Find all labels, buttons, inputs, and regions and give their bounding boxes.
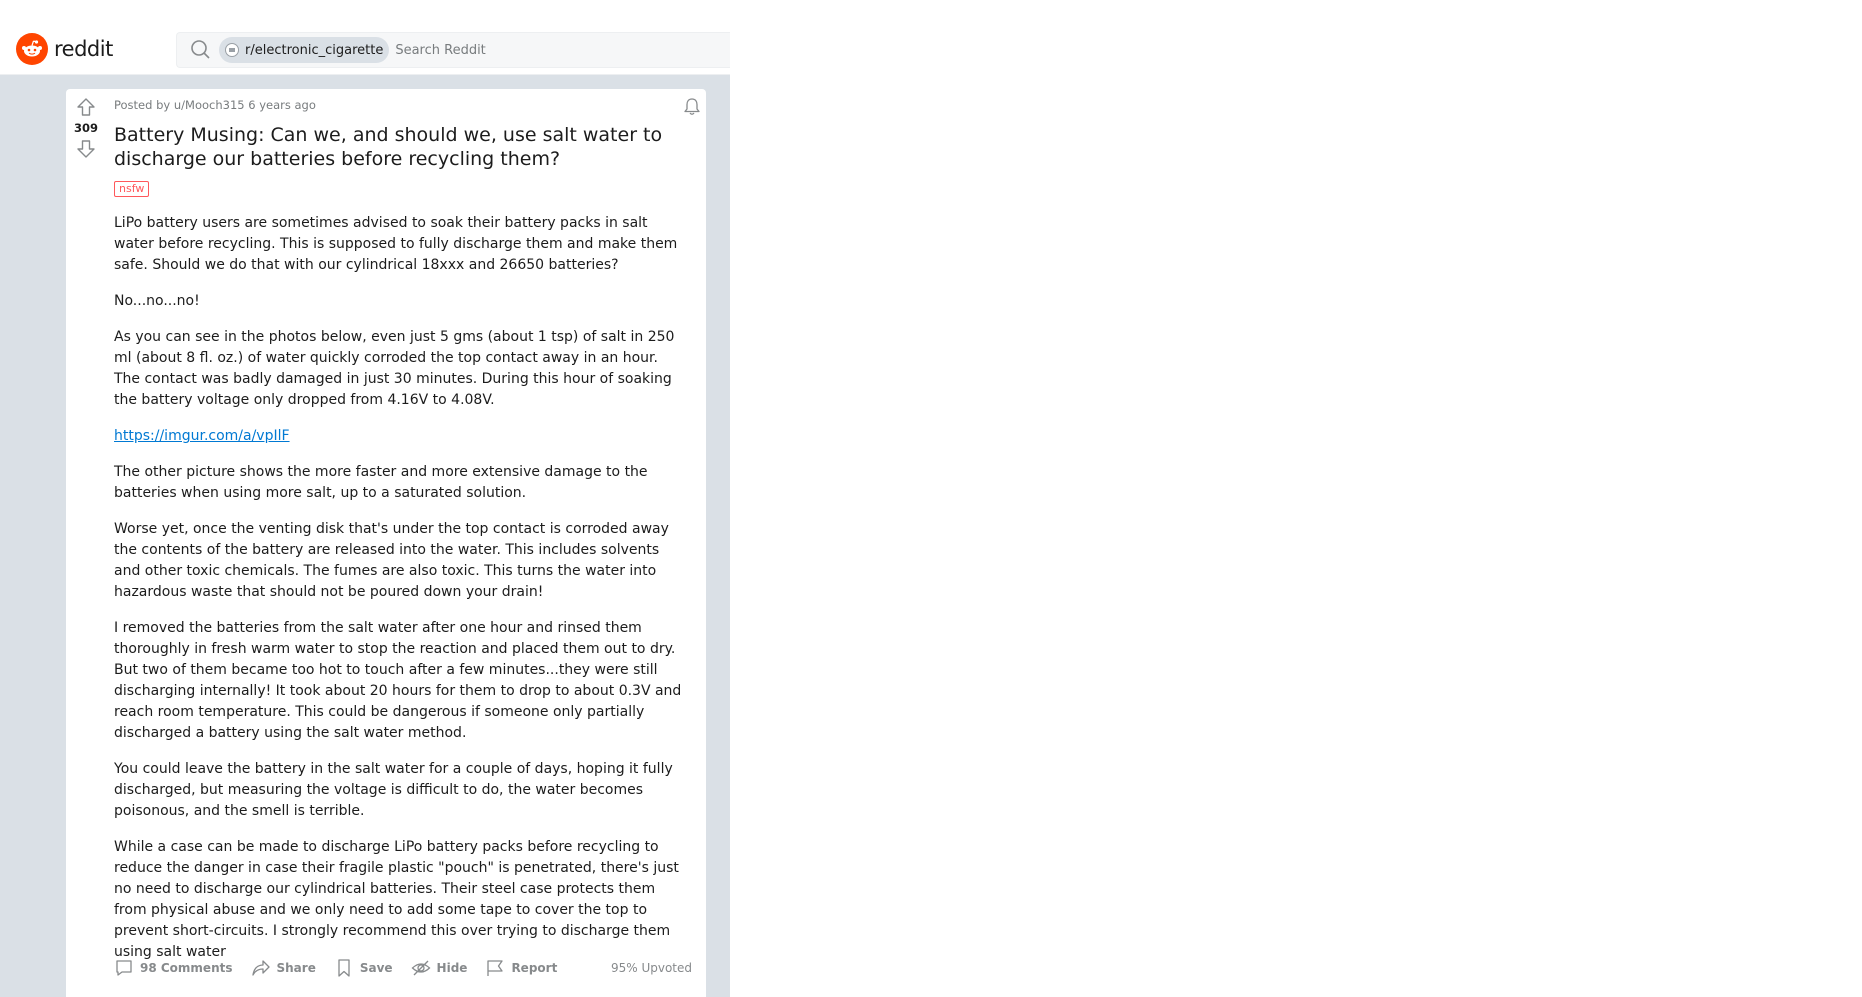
save-button[interactable]: Save xyxy=(334,958,393,978)
nsfw-flair: nsfw xyxy=(114,181,150,197)
search-input[interactable]: Search Reddit xyxy=(395,43,485,58)
post-body: LiPo battery users are sometimes advised… xyxy=(114,213,682,963)
vote-count: 309 xyxy=(73,121,98,135)
save-label: Save xyxy=(359,961,393,975)
community-chip-label: r/electronic_cigarette xyxy=(245,42,384,58)
post-paragraph: No...no...no! xyxy=(114,293,200,309)
community-filter-chip[interactable]: r/electronic_cigarette xyxy=(219,37,390,63)
share-button[interactable]: Share xyxy=(251,958,316,978)
post-paragraph: Worse yet, once the venting disk that's … xyxy=(114,521,669,600)
top-header: reddit r/electronic_cigarette Search Red… xyxy=(0,0,730,75)
post-card: 309 Posted by u/Mooch315 6 years ago Bat… xyxy=(66,89,706,997)
hide-label: Hide xyxy=(436,961,468,975)
post-content: Posted by u/Mooch315 6 years ago Battery… xyxy=(114,97,682,978)
post-paragraph: LiPo battery users are sometimes advised… xyxy=(114,215,678,273)
comment-icon xyxy=(116,960,132,976)
reddit-home-link[interactable]: reddit xyxy=(16,33,113,65)
imgur-link[interactable]: https://imgur.com/a/vpIlF xyxy=(114,428,290,444)
vote-column: 309 xyxy=(66,89,106,159)
post-paragraph: As you can see in the photos below, even… xyxy=(114,329,675,408)
post-paragraph: https://imgur.com/a/vpIlF xyxy=(114,426,682,447)
reddit-logo-icon xyxy=(16,33,48,65)
share-icon xyxy=(251,960,270,976)
comments-button[interactable]: 98 Comments xyxy=(114,958,233,978)
downvote-icon[interactable] xyxy=(76,139,96,159)
hide-icon xyxy=(411,960,430,976)
page-viewport: reddit r/electronic_cigarette Search Red… xyxy=(0,0,730,997)
bell-icon[interactable] xyxy=(682,97,702,117)
reddit-wordmark: reddit xyxy=(54,37,113,61)
post-paragraph: You could leave the battery in the salt … xyxy=(114,761,673,819)
post-actions: 98 Comments Share Save Hide Report 95% U… xyxy=(114,951,692,985)
share-label: Share xyxy=(276,961,316,975)
post-meta[interactable]: Posted by u/Mooch315 6 years ago xyxy=(114,97,682,113)
search-icon xyxy=(191,40,210,59)
upvote-ratio: 95% Upvoted xyxy=(610,961,692,975)
bookmark-icon xyxy=(338,959,350,977)
post-title[interactable]: Battery Musing: Can we, and should we, u… xyxy=(114,123,682,171)
comments-label: 98 Comments xyxy=(140,961,233,975)
report-label: Report xyxy=(511,961,558,975)
post-paragraph: The other picture shows the more faster … xyxy=(114,464,648,501)
report-flag-icon xyxy=(487,960,504,976)
subreddit-icon xyxy=(225,43,239,57)
report-button[interactable]: Report xyxy=(485,958,557,978)
post-paragraph: I removed the batteries from the salt wa… xyxy=(114,620,682,741)
search-bar[interactable]: r/electronic_cigarette Search Reddit xyxy=(176,32,730,68)
hide-button[interactable]: Hide xyxy=(411,958,468,978)
upvote-icon[interactable] xyxy=(76,97,96,117)
post-paragraph: While a case can be made to discharge Li… xyxy=(114,839,679,960)
